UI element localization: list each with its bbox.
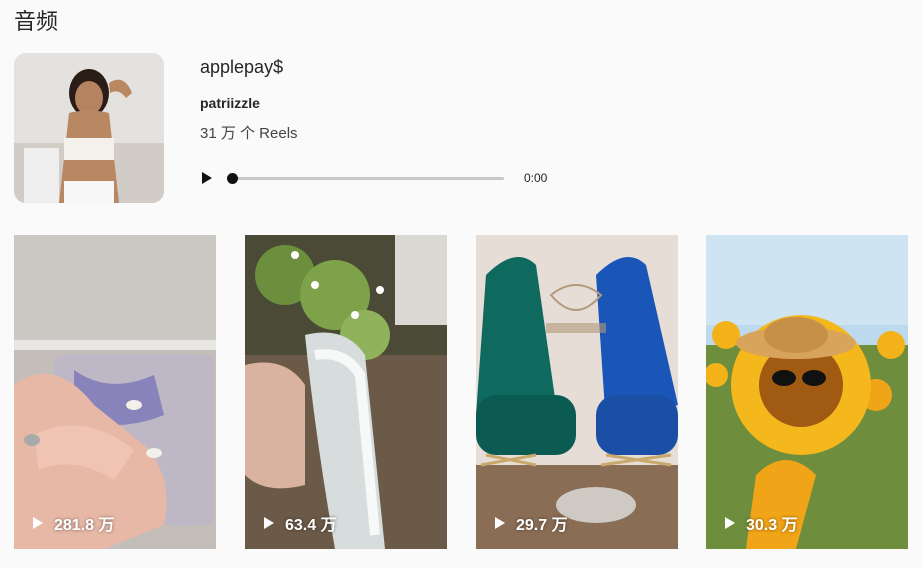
reel-thumbnail-2: [245, 235, 447, 549]
reel-thumbnail-1: [14, 235, 216, 549]
play-icon: [725, 517, 735, 529]
reel-views-3: 29.7 万: [494, 511, 568, 535]
play-icon[interactable]: [200, 171, 214, 185]
reels-grid: 281.8 万 63.4 万 29.7 万 30.3 万: [14, 235, 908, 549]
reels-count: 31 万 个 Reels: [200, 125, 298, 142]
reel-tile-4[interactable]: 30.3 万: [706, 235, 908, 549]
reel-thumbnail-4: [706, 235, 908, 549]
reel-views-4: 30.3 万: [724, 511, 798, 535]
play-icon: [264, 517, 274, 529]
audio-cover-image: [14, 53, 164, 203]
views-count: 281.8 万: [54, 517, 115, 534]
views-count: 30.3 万: [746, 517, 798, 534]
play-icon: [33, 517, 43, 529]
reel-tile-2[interactable]: 63.4 万: [245, 235, 447, 549]
play-icon: [495, 517, 505, 529]
artist-link[interactable]: patriizzle: [200, 94, 580, 112]
views-count: 63.4 万: [285, 517, 337, 534]
reel-tile-1[interactable]: 281.8 万: [14, 235, 216, 549]
reel-tile-3[interactable]: 29.7 万: [476, 235, 678, 549]
progress-track[interactable]: [232, 177, 504, 180]
page-title: 音频: [14, 9, 59, 34]
progress-knob[interactable]: [226, 173, 238, 184]
views-count: 29.7 万: [516, 517, 568, 534]
reel-views-2: 63.4 万: [263, 511, 337, 535]
reel-thumbnail-3: [476, 235, 678, 549]
audio-player: 0:00: [200, 168, 560, 188]
reel-views-1: 281.8 万: [32, 511, 115, 535]
audio-title: applepay$: [200, 57, 284, 77]
playback-time: 0:00: [524, 171, 548, 185]
